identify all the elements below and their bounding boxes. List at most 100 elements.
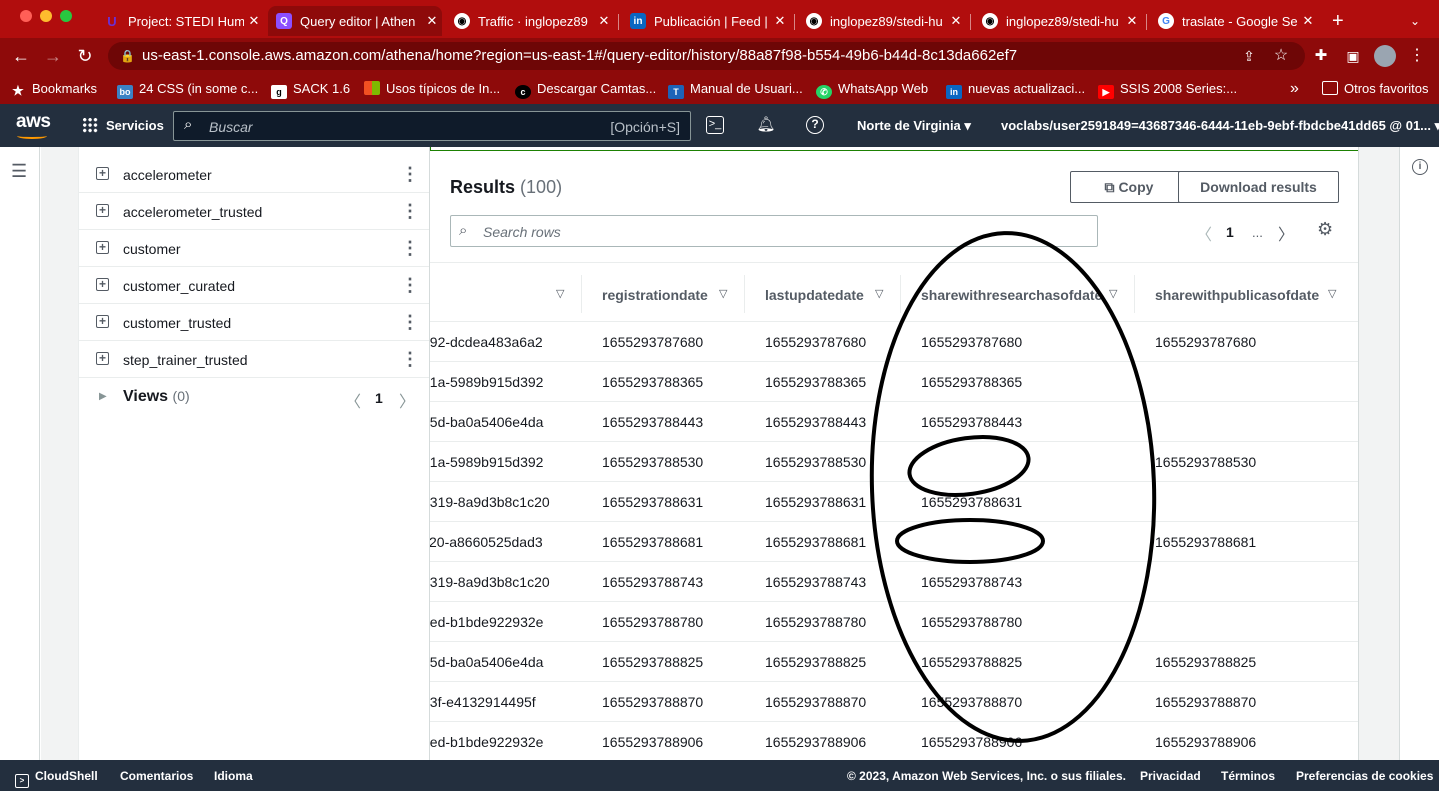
sort-filter-icon[interactable]: ▽ — [556, 287, 564, 300]
expand-plus-icon[interactable]: + — [96, 315, 109, 328]
close-icon[interactable]: ✕ — [770, 13, 790, 29]
bookmark-item[interactable]: in nuevas actualizaci... — [946, 79, 1085, 99]
table-row[interactable]: 0319-8a9d3b8c1c20 1655293788743 1655293788… — [430, 562, 1358, 602]
table-row[interactable]: c20-a8660525dad3 1655293788681 16552937886… — [430, 522, 1358, 562]
table-row[interactable]: 91a-5989b915d392 1655293788530 16552937885… — [430, 442, 1358, 482]
views-title[interactable]: Views (0) — [123, 388, 190, 406]
close-icon[interactable]: ✕ — [1122, 13, 1142, 29]
table-row[interactable]: 95d-ba0a5406e4da 1655293788825 16552937888… — [430, 642, 1358, 682]
browser-tab[interactable]: ◉ inglopez89/stedi-hu ✕ — [974, 6, 1142, 36]
column-header[interactable]: sharewithresearchasofdate — [921, 287, 1102, 303]
column-header[interactable]: lastupdatedate — [765, 287, 864, 303]
table-row[interactable]: 91a-5989b915d392 1655293788365 16552937883… — [430, 362, 1358, 402]
privacy-link[interactable]: Privacidad — [1140, 769, 1201, 783]
bookmark-item[interactable]: T Manual de Usuari... — [668, 79, 803, 99]
sort-filter-icon[interactable]: ▽ — [1109, 287, 1117, 300]
next-page-icon[interactable]: 〉 — [1278, 221, 1294, 245]
expand-plus-icon[interactable]: + — [96, 241, 109, 254]
maximize-window-button[interactable] — [60, 10, 72, 22]
new-tab-button[interactable]: + — [1326, 6, 1356, 36]
table-item[interactable]: + step_trainer_trusted ⋮ — [79, 341, 429, 378]
share-icon[interactable]: ⇪ — [1238, 45, 1260, 67]
sort-filter-icon[interactable]: ▽ — [719, 287, 727, 300]
sort-filter-icon[interactable]: ▽ — [875, 287, 883, 300]
bookmark-star-icon[interactable]: ☆ — [1270, 45, 1292, 67]
back-arrow-icon[interactable]: ← — [10, 45, 32, 67]
info-icon[interactable]: i — [1412, 159, 1428, 175]
settings-gear-icon[interactable]: ⚙ — [1317, 219, 1333, 240]
more-bookmarks-button[interactable]: » — [1290, 79, 1299, 99]
other-favorites-folder[interactable]: Otros favoritos — [1322, 79, 1429, 99]
browser-tab[interactable]: ◉ inglopez89/stedi-hu ✕ — [798, 6, 966, 36]
close-icon[interactable]: ✕ — [594, 13, 614, 29]
copy-button[interactable]: ⧉ Copy — [1070, 171, 1188, 203]
services-menu[interactable]: Servicios — [82, 117, 164, 133]
tab-search-chevron-icon[interactable]: ⌄ — [1406, 6, 1430, 36]
extensions-puzzle-icon[interactable]: ✚ — [1310, 45, 1332, 67]
menu-kebab-icon[interactable]: ⋮ — [1406, 45, 1428, 67]
reload-icon[interactable]: ↻ — [74, 45, 96, 67]
search-input[interactable]: ⌕ Buscar [Opción+S] — [173, 111, 691, 141]
download-results-button[interactable]: Download results — [1178, 171, 1339, 203]
expand-plus-icon[interactable]: + — [96, 167, 109, 180]
kebab-menu-icon[interactable]: ⋮ — [401, 312, 419, 333]
table-item[interactable]: + customer_curated ⋮ — [79, 267, 429, 304]
help-icon[interactable]: ? — [806, 116, 824, 134]
table-item[interactable]: + accelerometer_trusted ⋮ — [79, 193, 429, 230]
terms-link[interactable]: Términos — [1221, 769, 1275, 783]
expand-plus-icon[interactable]: + — [96, 352, 109, 365]
aws-logo[interactable]: aws — [16, 111, 51, 133]
expand-caret-icon[interactable]: ▶ — [99, 391, 107, 402]
kebab-menu-icon[interactable]: ⋮ — [401, 238, 419, 259]
kebab-menu-icon[interactable]: ⋮ — [401, 275, 419, 296]
bookmark-item[interactable]: c Descargar Camtas... — [515, 79, 656, 99]
table-row[interactable]: a92-dcdea483a6a2 1655293787680 16552937876… — [430, 322, 1358, 362]
page-number[interactable]: 1 — [1226, 224, 1234, 240]
side-panel-icon[interactable]: ▣ — [1342, 45, 1364, 67]
profile-avatar[interactable] — [1374, 45, 1396, 67]
cloudshell-icon[interactable]: >_ — [706, 116, 724, 134]
close-window-button[interactable] — [20, 10, 32, 22]
bookmark-item[interactable]: ▶ SSIS 2008 Series:... — [1098, 79, 1237, 99]
bookmark-item[interactable]: bo 24 CSS (in some c... — [117, 79, 258, 99]
language-link[interactable]: Idioma — [214, 769, 253, 783]
notifications-bell-icon[interactable]: 🔔︎ — [756, 115, 776, 135]
kebab-menu-icon[interactable]: ⋮ — [401, 164, 419, 185]
table-item[interactable]: + customer_trusted ⋮ — [79, 304, 429, 341]
table-row[interactable]: 95d-ba0a5406e4da 1655293788443 16552937884… — [430, 402, 1358, 442]
browser-tab[interactable]: U Project: STEDI Hum ✕ — [96, 6, 264, 36]
table-row[interactable]: 0319-8a9d3b8c1c20 1655293788631 1655293788… — [430, 482, 1358, 522]
column-header[interactable]: sharewithpublicasofdate — [1155, 287, 1319, 303]
close-icon[interactable]: ✕ — [244, 13, 264, 29]
hamburger-menu-icon[interactable]: ☰ — [11, 161, 27, 182]
forward-arrow-icon[interactable]: → — [42, 45, 64, 67]
views-page-number[interactable]: 1 — [375, 390, 383, 406]
bookmark-item[interactable]: g SACK 1.6 — [271, 79, 350, 99]
close-icon[interactable]: ✕ — [422, 13, 442, 29]
kebab-menu-icon[interactable]: ⋮ — [401, 201, 419, 222]
kebab-menu-icon[interactable]: ⋮ — [401, 349, 419, 370]
search-rows-input[interactable]: ⌕ Search rows — [450, 215, 1098, 247]
feedback-link[interactable]: Comentarios — [120, 769, 193, 783]
sort-filter-icon[interactable]: ▽ — [1328, 287, 1336, 300]
table-row[interactable]: 8ed-b1bde922932e 1655293788906 16552937889… — [430, 722, 1358, 760]
expand-plus-icon[interactable]: + — [96, 278, 109, 291]
browser-tab[interactable]: ◉ Traffic · inglopez89 ✕ — [446, 6, 614, 36]
table-item[interactable]: + customer ⋮ — [79, 230, 429, 267]
close-icon[interactable]: ✕ — [946, 13, 966, 29]
minimize-window-button[interactable] — [40, 10, 52, 22]
table-row[interactable]: 73f-e4132914495f 1655293788870 16552937888… — [430, 682, 1358, 722]
browser-tab[interactable]: in Publicación | Feed | ✕ — [622, 6, 790, 36]
cloudshell-link[interactable]: > CloudShell — [15, 769, 98, 788]
prev-page-icon[interactable]: 〈 — [345, 388, 361, 412]
column-header[interactable]: registrationdate — [602, 287, 708, 303]
expand-plus-icon[interactable]: + — [96, 204, 109, 217]
region-selector[interactable]: Norte de Virginia ▾ — [857, 118, 971, 134]
next-page-icon[interactable]: 〉 — [399, 388, 415, 412]
browser-tab-active[interactable]: Q Query editor | Athen ✕ — [268, 6, 442, 36]
bookmark-item[interactable]: ★ Bookmarks — [10, 79, 97, 99]
close-icon[interactable]: ✕ — [1298, 13, 1318, 29]
table-item[interactable]: + accelerometer ⋮ — [79, 156, 429, 193]
bookmark-item[interactable]: Usos típicos de In... — [364, 79, 500, 99]
browser-tab[interactable]: G traslate - Google Se ✕ — [1150, 6, 1318, 36]
